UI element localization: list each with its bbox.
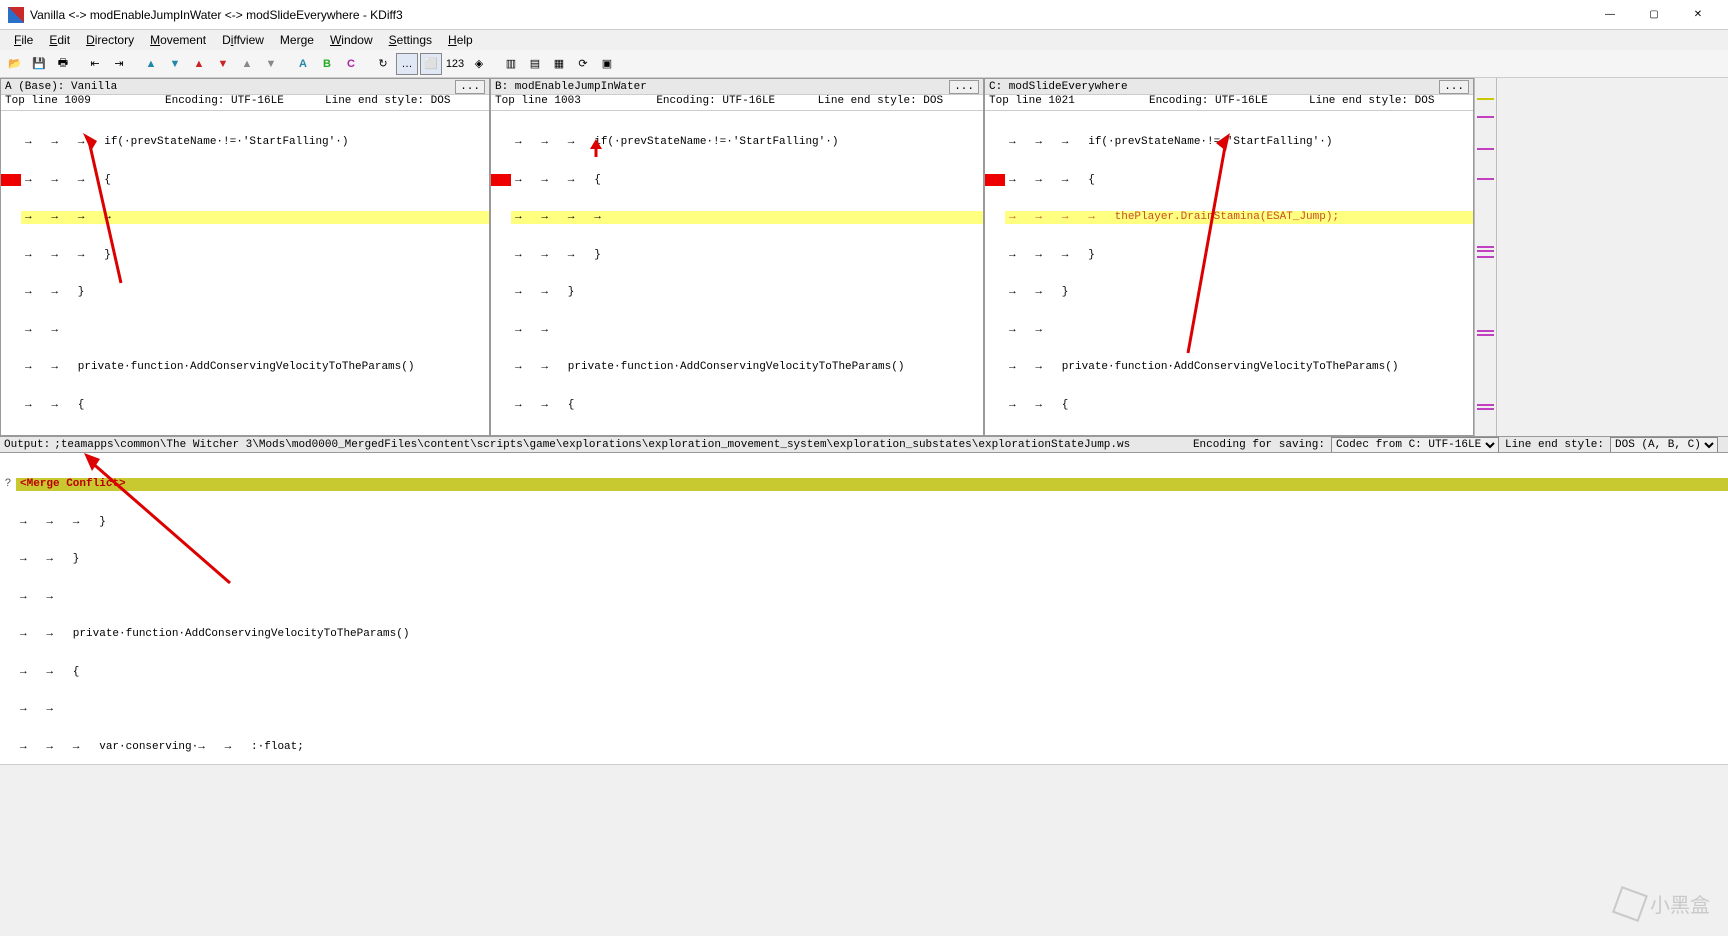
- watermark: 小黑盒: [1616, 889, 1710, 918]
- next-unsolved-icon[interactable]: ▼: [260, 53, 282, 75]
- scrollbar-vertical[interactable]: [1496, 78, 1512, 436]
- show-ws-chars-icon[interactable]: ⬜: [420, 53, 442, 75]
- overview-strip[interactable]: [1474, 78, 1496, 436]
- pane-b-browse-button[interactable]: ...: [949, 80, 979, 94]
- pane-c-subheader: Top line 1021 Encoding: UTF-16LE Line en…: [985, 95, 1473, 111]
- window-title: Vanilla <-> modEnableJumpInWater <-> mod…: [30, 8, 1588, 22]
- diff-panes: A (Base): Vanilla ... Top line 1009 Enco…: [0, 78, 1728, 436]
- lineend-select[interactable]: DOS (A, B, C): [1610, 437, 1718, 453]
- show-whitespace-icon[interactable]: …: [396, 53, 418, 75]
- encoding-select[interactable]: Codec from C: UTF-16LE: [1331, 437, 1499, 453]
- next-conflict-icon[interactable]: ▼: [212, 53, 234, 75]
- toggle-split-icon[interactable]: ▦: [548, 53, 570, 75]
- scrollbar-horizontal[interactable]: [0, 764, 1728, 780]
- auto-advance-icon[interactable]: ↻: [372, 53, 394, 75]
- pane-b-subheader: Top line 1003 Encoding: UTF-16LE Line en…: [491, 95, 983, 111]
- pane-c-code[interactable]: → → → if(·prevStateName·!=·'StartFalling…: [985, 111, 1473, 435]
- menu-edit[interactable]: Edit: [41, 31, 78, 49]
- save-icon[interactable]: 💾: [28, 53, 50, 75]
- output-header: Output: ;teamapps\common\The Witcher 3\M…: [0, 436, 1728, 452]
- menu-movement[interactable]: Movement: [142, 31, 214, 49]
- select-b-button[interactable]: B: [316, 53, 338, 75]
- menu-directory[interactable]: Directory: [78, 31, 142, 49]
- output-path: ;teamapps\common\The Witcher 3\Mods\mod0…: [54, 439, 1173, 451]
- select-c-button[interactable]: C: [340, 53, 362, 75]
- minimize-button[interactable]: —: [1588, 0, 1632, 30]
- split-h-icon[interactable]: ▥: [500, 53, 522, 75]
- pane-c: C: modSlideEverywhere ... Top line 1021 …: [984, 78, 1474, 436]
- maximize-button[interactable]: ▢: [1632, 0, 1676, 30]
- go-top-icon[interactable]: ⇤: [84, 53, 106, 75]
- close-button[interactable]: ✕: [1676, 0, 1720, 30]
- refresh-icon[interactable]: ⟳: [572, 53, 594, 75]
- pane-b: B: modEnableJumpInWater ... Top line 100…: [490, 78, 984, 436]
- app-icon: [8, 7, 24, 23]
- pane-a-browse-button[interactable]: ...: [455, 80, 485, 94]
- pane-b-header: B: modEnableJumpInWater ...: [491, 79, 983, 95]
- folder-icon[interactable]: ▣: [596, 53, 618, 75]
- menu-help[interactable]: Help: [440, 31, 481, 49]
- select-a-button[interactable]: A: [292, 53, 314, 75]
- menu-bar: File Edit Directory Movement Diffview Me…: [0, 30, 1728, 50]
- pane-a-code[interactable]: → → → if(·prevStateName·!=·'StartFalling…: [1, 111, 489, 435]
- pane-c-header: C: modSlideEverywhere ...: [985, 79, 1473, 95]
- title-bar: Vanilla <-> modEnableJumpInWater <-> mod…: [0, 0, 1728, 30]
- pane-a: A (Base): Vanilla ... Top line 1009 Enco…: [0, 78, 490, 436]
- pane-b-code[interactable]: → → → if(·prevStateName·!=·'StartFalling…: [491, 111, 983, 435]
- menu-merge[interactable]: Merge: [272, 31, 322, 49]
- output-pane[interactable]: ?<Merge Conflict> → → → } → → } → → → → …: [0, 452, 1728, 764]
- menu-diffview[interactable]: Diffview: [214, 31, 272, 49]
- prev-unsolved-icon[interactable]: ▲: [236, 53, 258, 75]
- go-end-icon[interactable]: ⇥: [108, 53, 130, 75]
- toolbar: 📂 💾 🖶 ⇤ ⇥ ▲ ▼ ▲ ▼ ▲ ▼ A B C ↻ … ⬜ 123 ◈ …: [0, 50, 1728, 78]
- prev-conflict-icon[interactable]: ▲: [188, 53, 210, 75]
- pane-a-header: A (Base): Vanilla ...: [1, 79, 489, 95]
- split-v-icon[interactable]: ▤: [524, 53, 546, 75]
- print-icon[interactable]: 🖶: [52, 53, 74, 75]
- pane-a-subheader: Top line 1009 Encoding: UTF-16LE Line en…: [1, 95, 489, 111]
- menu-window[interactable]: Window: [322, 31, 381, 49]
- next-diff-icon[interactable]: ▼: [164, 53, 186, 75]
- pane-c-browse-button[interactable]: ...: [1439, 80, 1469, 94]
- menu-settings[interactable]: Settings: [381, 31, 440, 49]
- menu-file[interactable]: File: [6, 31, 41, 49]
- open-icon[interactable]: 📂: [4, 53, 26, 75]
- line-numbers-icon[interactable]: 123: [444, 53, 466, 75]
- prev-diff-icon[interactable]: ▲: [140, 53, 162, 75]
- wrap-icon[interactable]: ◈: [468, 53, 490, 75]
